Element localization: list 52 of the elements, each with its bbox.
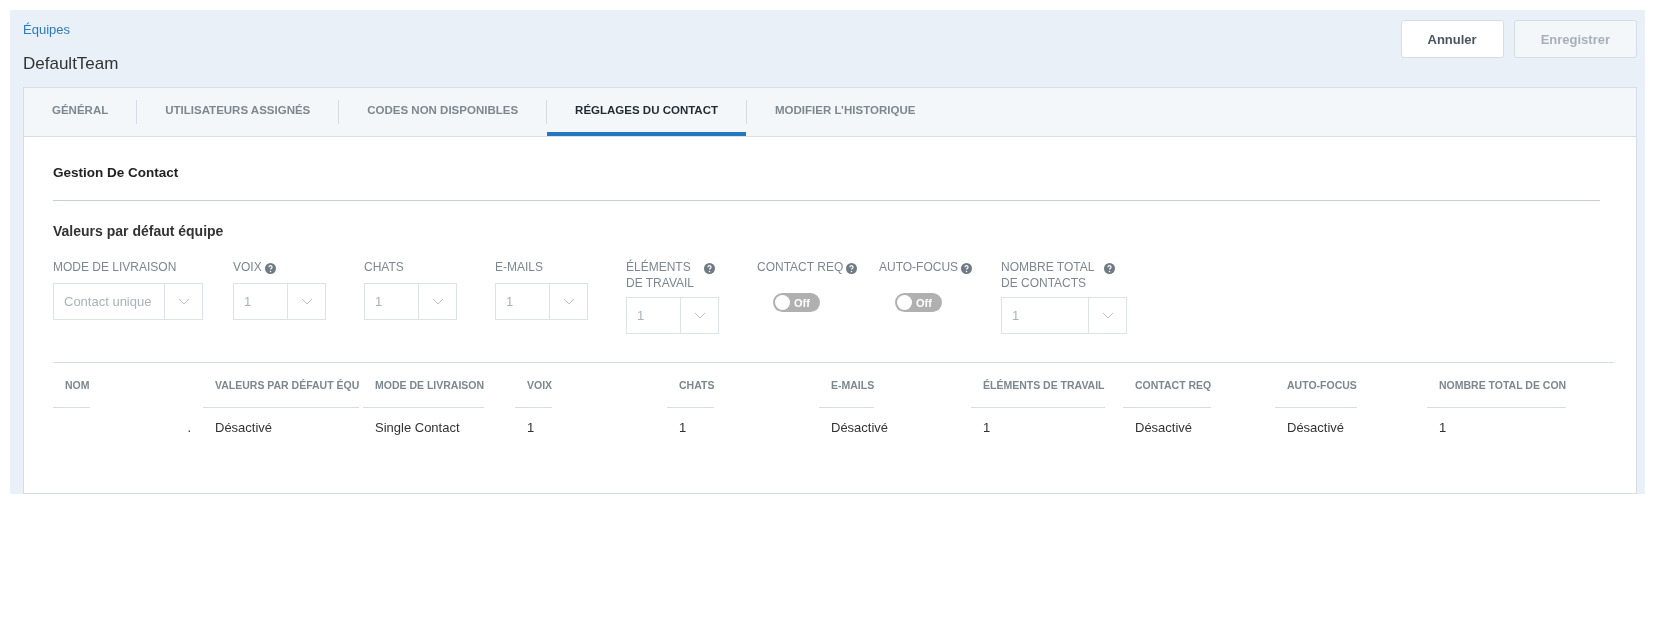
select-field[interactable]: 1 [626,297,719,334]
column-header: CHATS [667,363,715,408]
table-cell-text: Single Contact [374,418,461,437]
select-field[interactable]: 1 [364,283,457,320]
select-field[interactable]: Contact unique [53,283,203,320]
table-cell-text: Désactivé [214,418,274,437]
field-label: ÉLÉMENTS DE TRAVAIL [626,259,696,291]
chevron-down-icon [431,298,444,305]
field-label: E-MAILS [495,259,543,275]
chevron-down-icon [300,298,313,305]
table-cell-text: 1 [982,418,992,437]
chevron-down-icon [693,312,706,319]
column-header: NOM [53,363,90,408]
tab[interactable]: MODIFIER L’HISTORIQUE [747,88,944,136]
cancel-button[interactable]: Annuler [1400,20,1504,58]
column-header: NOMBRE TOTAL DE CON [1427,363,1567,408]
tab[interactable]: UTILISATEURS ASSIGNÉS [137,88,339,136]
field-label: CONTACT REQ [757,259,844,275]
field-label: MODE DE LIVRAISON [53,259,177,275]
select-field[interactable]: 1 [1001,297,1127,334]
table-cell-text: 1 [1438,418,1448,437]
table-cell-text: 1 [526,418,536,437]
table-cell-text: 1 [678,418,688,437]
column-header: AUTO-FOCUS [1275,363,1357,408]
table-cell-text: . [186,418,192,437]
table-cell-text: Désactivé [1134,418,1194,437]
tab[interactable]: RÉGLAGES DU CONTACT [547,88,746,136]
column-header: E-MAILS [819,363,875,408]
breadcrumb-link[interactable]: Équipes [23,22,70,37]
chevron-down-icon [177,298,190,305]
toggle-switch[interactable]: Off [773,293,820,312]
select-field[interactable]: 1 [233,283,326,320]
field-label: NOMBRE TOTAL DE CONTACTS [1001,259,1095,291]
field-label: CHATS [364,259,404,275]
chevron-down-icon [562,298,575,305]
column-header: MODE DE LIVRAISON [363,363,485,408]
column-header: VALEURS PAR DÉFAUT ÉQU [203,363,360,408]
section-title: Gestion De Contact [53,137,1600,201]
column-header: CONTACT REQ [1123,363,1212,408]
table-cell-text: Désactivé [1286,418,1346,437]
subsection-title: Valeurs par défaut équipe [53,223,225,239]
column-header: VOIX [515,363,553,408]
tab[interactable]: GÉNÉRAL [24,88,137,136]
team-title: DefaultTeam [23,54,119,74]
column-header: ÉLÉMENTS DE TRAVAIL [971,363,1105,408]
toggle-switch[interactable]: Off [895,293,942,312]
tab[interactable]: CODES NON DISPONIBLES [339,88,547,136]
chevron-down-icon [1101,312,1114,319]
field-label: VOIX [233,259,262,275]
table-cell-text: Désactivé [830,418,890,437]
select-field[interactable]: 1 [495,283,588,320]
field-label: AUTO-FOCUS [879,259,959,275]
